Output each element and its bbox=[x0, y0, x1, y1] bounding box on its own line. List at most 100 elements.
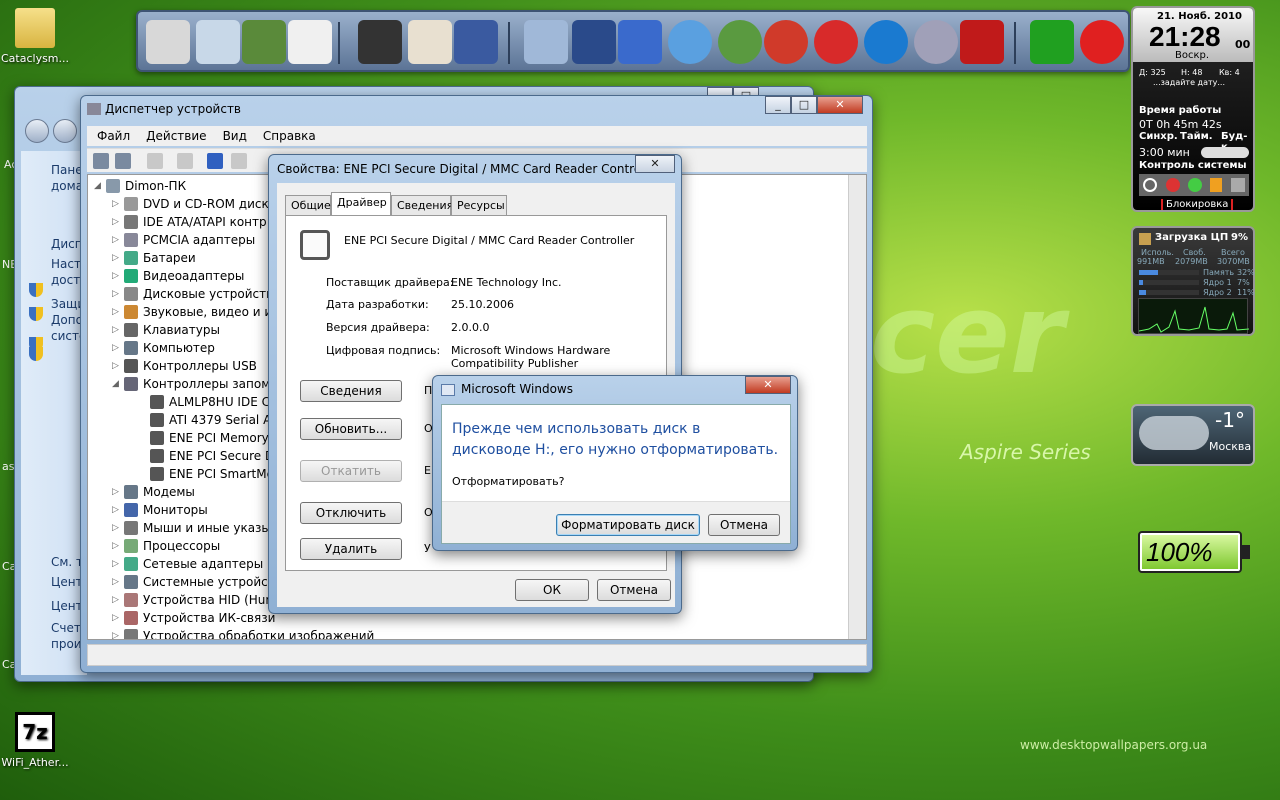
tree-item-device[interactable]: ▷ Сетевые адаптеры bbox=[112, 555, 263, 573]
tab-driver[interactable]: Драйвер bbox=[331, 192, 391, 216]
tree-item-device[interactable]: ▷ Модемы bbox=[112, 483, 195, 501]
tree-item-device[interactable]: ▷ Устройства обработки изображений bbox=[112, 627, 374, 639]
expand-icon[interactable]: ▷ bbox=[112, 505, 124, 515]
ccleaner-icon[interactable] bbox=[764, 20, 808, 64]
format-disk-button[interactable]: Форматировать диск bbox=[556, 514, 700, 536]
expand-icon[interactable]: ▷ bbox=[112, 631, 124, 639]
opera-icon[interactable] bbox=[1080, 20, 1124, 64]
tree-item-device[interactable]: ▷ IDE ATA/ATAPI контр bbox=[112, 213, 267, 231]
back-arrow-icon[interactable] bbox=[93, 153, 109, 169]
collapse-icon[interactable]: ◢ bbox=[112, 379, 124, 389]
update-driver-button[interactable]: Обновить... bbox=[300, 418, 402, 440]
tab-general[interactable]: Общие bbox=[285, 195, 331, 215]
msgbox-close-button[interactable]: ✕ bbox=[745, 376, 791, 394]
props-ok-button[interactable]: ОК bbox=[515, 579, 589, 601]
compass-icon[interactable] bbox=[718, 20, 762, 64]
menu-item[interactable]: Файл bbox=[97, 129, 130, 143]
burner-icon[interactable] bbox=[814, 20, 858, 64]
sphere-icon[interactable] bbox=[914, 20, 958, 64]
desktop-icon-cataclysm[interactable]: Cataclysm... bbox=[0, 8, 70, 65]
expand-icon[interactable]: ▷ bbox=[112, 289, 124, 299]
props-close-button[interactable]: ✕ bbox=[635, 155, 675, 173]
tab-resources[interactable]: Ресурсы bbox=[451, 195, 507, 215]
date-hint[interactable]: ...задайте дату... bbox=[1153, 78, 1225, 87]
menu-item[interactable]: Вид bbox=[223, 129, 247, 143]
utorrent-icon[interactable] bbox=[1030, 20, 1074, 64]
tree-item-device[interactable]: ▷ Контроллеры USB bbox=[112, 357, 257, 375]
expand-icon[interactable]: ▷ bbox=[112, 541, 124, 551]
sidebar-item[interactable]: Счет bbox=[51, 621, 81, 635]
notepad-icon[interactable] bbox=[242, 20, 286, 64]
sidebar-item[interactable]: Наст bbox=[51, 257, 81, 271]
scan-icon[interactable] bbox=[231, 153, 247, 169]
timer-label[interactable]: Тайм. bbox=[1180, 131, 1213, 142]
expand-icon[interactable]: ▷ bbox=[112, 235, 124, 245]
tree-item-device[interactable]: ▷ Мониторы bbox=[112, 501, 208, 519]
tree-item-device[interactable]: ▷ Компьютер bbox=[112, 339, 215, 357]
expand-icon[interactable]: ▷ bbox=[112, 595, 124, 605]
tree-item-device[interactable]: ▷ DVD и CD-ROM диско bbox=[112, 195, 276, 213]
view-icon[interactable] bbox=[147, 153, 163, 169]
tree-item-device[interactable]: ▷ Звуковые, видео и игр bbox=[112, 303, 286, 321]
expand-icon[interactable]: ▷ bbox=[112, 253, 124, 263]
tree-root[interactable]: ◢ Dimon-ПК bbox=[94, 177, 186, 195]
floppy-save-icon[interactable] bbox=[454, 20, 498, 64]
sidebar-item[interactable]: См. т bbox=[51, 555, 83, 569]
devmgr-minimize-button[interactable]: _ bbox=[765, 96, 791, 114]
installer-icon[interactable] bbox=[524, 20, 568, 64]
expand-icon[interactable]: ▷ bbox=[112, 361, 124, 371]
tree-item-device[interactable]: ▷ Процессоры bbox=[112, 537, 220, 555]
emule-icon[interactable] bbox=[408, 20, 452, 64]
power-icon[interactable] bbox=[1143, 178, 1158, 192]
devmgr-close-button[interactable]: ✕ bbox=[817, 96, 863, 114]
tree-item-device[interactable]: ▷ PCMCIA адаптеры bbox=[112, 231, 255, 249]
expand-icon[interactable]: ▷ bbox=[112, 343, 124, 353]
sidebar-item[interactable]: прои bbox=[51, 637, 82, 651]
forward-arrow-icon[interactable] bbox=[115, 153, 131, 169]
tree-item-device[interactable]: ENE PCI Secure Dig bbox=[138, 447, 285, 465]
tree-item-device[interactable]: ALMLP8HU IDE Co bbox=[138, 393, 277, 411]
properties-icon[interactable] bbox=[177, 153, 193, 169]
video-editor-icon[interactable] bbox=[358, 20, 402, 64]
devmgr-maximize-button[interactable]: □ bbox=[791, 96, 817, 114]
tree-item-device[interactable]: ▷ Батареи bbox=[112, 249, 196, 267]
tree-item-device[interactable]: ATI 4379 Serial ATA bbox=[138, 411, 285, 429]
sidebar-item[interactable]: дома bbox=[51, 179, 83, 193]
expand-icon[interactable]: ▷ bbox=[112, 307, 124, 317]
expand-icon[interactable]: ▷ bbox=[112, 325, 124, 335]
recycle-bin-icon[interactable] bbox=[196, 20, 240, 64]
expand-icon[interactable]: ▷ bbox=[112, 271, 124, 281]
lock-icon[interactable] bbox=[1210, 178, 1223, 192]
tools-icon[interactable] bbox=[618, 20, 662, 64]
timer-controls-icon[interactable] bbox=[1201, 147, 1249, 158]
virtualbox-icon[interactable] bbox=[572, 20, 616, 64]
expand-icon[interactable]: ▷ bbox=[112, 613, 124, 623]
tree-item-device[interactable]: ▷ Дисковые устройства bbox=[112, 285, 281, 303]
help-icon[interactable] bbox=[207, 153, 223, 169]
menu-item[interactable]: Действие bbox=[146, 129, 206, 143]
expand-icon[interactable]: ▷ bbox=[112, 199, 124, 209]
tree-item-device[interactable]: ▷ Устройства ИК-связи bbox=[112, 609, 275, 627]
tree-item-device[interactable]: ▷ Мыши и иные указы bbox=[112, 519, 271, 537]
menu-item[interactable]: Справка bbox=[263, 129, 316, 143]
desktop-icon-wifi[interactable]: 7z WiFi_Ather... bbox=[0, 712, 70, 769]
nero-icon[interactable] bbox=[960, 20, 1004, 64]
sync-label[interactable]: Синхр. bbox=[1139, 131, 1178, 142]
expand-icon[interactable]: ▷ bbox=[112, 559, 124, 569]
expand-icon[interactable]: ◢ bbox=[94, 181, 106, 191]
forward-button-icon[interactable] bbox=[53, 119, 77, 143]
rollback-driver-button[interactable]: Откатить bbox=[300, 460, 402, 482]
lock-label[interactable]: Блокировка bbox=[1161, 199, 1234, 210]
sidebar-item[interactable]: Дисп bbox=[51, 237, 83, 251]
tree-item-device[interactable]: ENE PCI SmartMed bbox=[138, 465, 282, 483]
tree-item-device[interactable]: ▷ Клавиатуры bbox=[112, 321, 220, 339]
msgbox-cancel-button[interactable]: Отмена bbox=[708, 514, 780, 536]
sleep-icon[interactable] bbox=[1187, 178, 1202, 192]
sidebar-item[interactable]: Цент bbox=[51, 575, 83, 589]
document-icon[interactable] bbox=[288, 20, 332, 64]
sidebar-item[interactable]: Пане bbox=[51, 163, 83, 177]
phone-icon[interactable] bbox=[668, 20, 712, 64]
logoff-icon[interactable] bbox=[1230, 178, 1245, 192]
expand-icon[interactable]: ▷ bbox=[112, 217, 124, 227]
tree-item-device[interactable]: ENE PCI Memory S bbox=[138, 429, 280, 447]
